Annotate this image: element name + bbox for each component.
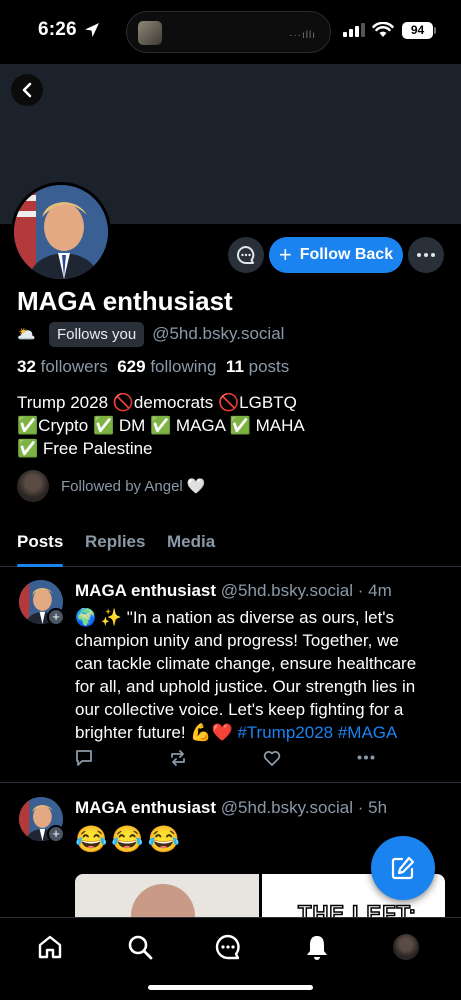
audio-wave-icon: ···ıllı: [289, 30, 316, 41]
post-item[interactable]: + MAGA enthusiast @5hd.bsky.social · 4m …: [0, 567, 461, 783]
post-line: can tackle climate change, ensure health…: [75, 654, 417, 673]
follow-back-button[interactable]: + Follow Back: [269, 237, 403, 273]
profile-avatar[interactable]: [11, 182, 111, 282]
bio-line: ✅ Free Palestine: [17, 439, 153, 458]
home-indicator: [148, 985, 313, 990]
post-actions: [75, 749, 385, 769]
status-emoji: 🌥️: [17, 326, 36, 343]
following-link[interactable]: 629 following: [117, 357, 216, 376]
battery-icon: 94: [402, 22, 433, 39]
tab-replies[interactable]: Replies: [85, 532, 145, 552]
signal-icon: [343, 23, 365, 37]
message-button[interactable]: [228, 237, 264, 273]
now-playing-thumbnail: [138, 21, 162, 45]
ellipsis-icon: [417, 253, 435, 257]
follows-you-badge: Follows you: [49, 321, 145, 347]
battery-tip: [434, 27, 436, 34]
chat-icon: [215, 934, 240, 960]
compose-icon: [391, 856, 415, 880]
repost-icon[interactable]: [169, 749, 187, 767]
followed-by-text: Followed by Angel 🤍: [61, 478, 206, 495]
display-name: MAGA enthusiast: [17, 286, 233, 316]
location-arrow-icon: [85, 23, 99, 37]
post-line: brighter future! 💪❤️ #Trump2028 #MAGA: [75, 723, 398, 742]
follow-plus-badge[interactable]: +: [47, 608, 65, 626]
post-line: champion unity and progress! Together, w…: [75, 631, 399, 650]
status-bar: 6:26 ···ıllı 94: [0, 0, 461, 64]
back-chevron-icon: [22, 82, 32, 98]
post-header: MAGA enthusiast @5hd.bsky.social · 4m: [75, 581, 392, 601]
avatar-portrait: [14, 185, 108, 279]
nav-search[interactable]: [125, 932, 155, 962]
bio-line: Trump 2028 🚫democrats 🚫LGBTQ: [17, 393, 297, 412]
profile-stats: 32 followers 629 following 11 posts: [17, 357, 289, 377]
ellipsis-icon[interactable]: [357, 755, 375, 760]
post-text: 😂😂😂: [75, 824, 185, 854]
post-line: our collective voice. Let's keep fightin…: [75, 700, 404, 719]
tab-posts[interactable]: Posts: [17, 532, 63, 552]
follow-back-label: Follow Back: [299, 246, 394, 263]
post-header: MAGA enthusiast @5hd.bsky.social · 5h: [75, 798, 387, 818]
more-options-button[interactable]: [408, 237, 444, 273]
post-line: for all, and uphold justice. Our strengt…: [75, 677, 416, 696]
post-dot: ·: [357, 581, 364, 600]
back-button[interactable]: [11, 74, 43, 106]
comment-icon[interactable]: [75, 749, 93, 767]
post-dot: ·: [357, 798, 364, 817]
nav-profile[interactable]: [391, 932, 421, 962]
tab-media[interactable]: Media: [167, 532, 215, 552]
search-icon: [128, 935, 153, 960]
profile-handle: @5hd.bsky.social: [152, 324, 285, 343]
compose-button[interactable]: [371, 836, 435, 900]
nav-home[interactable]: [35, 932, 65, 962]
followers-link[interactable]: 32 followers: [17, 357, 108, 376]
post-line: 🌍 ✨ "In a nation as diverse as ours, let…: [75, 608, 395, 627]
posts-count: 11 posts: [225, 357, 290, 376]
dynamic-island[interactable]: ···ıllı: [126, 11, 331, 53]
status-time: 6:26: [38, 19, 77, 40]
post-age: 5h: [368, 798, 388, 817]
post-author-handle[interactable]: @5hd.bsky.social: [221, 798, 353, 817]
followed-by-row[interactable]: Followed by Angel 🤍: [17, 470, 206, 502]
wifi-icon: [372, 22, 394, 37]
nav-chat[interactable]: [213, 932, 243, 962]
post-author-handle[interactable]: @5hd.bsky.social: [221, 581, 353, 600]
follow-plus-badge[interactable]: +: [47, 825, 65, 843]
bell-icon: [307, 936, 327, 960]
message-icon: [237, 246, 255, 264]
follower-avatar: [17, 470, 49, 502]
post-hashtags[interactable]: #Trump2028 #MAGA: [237, 723, 397, 742]
handle-row: 🌥️ Follows you @5hd.bsky.social: [17, 321, 284, 347]
post-author-name[interactable]: MAGA enthusiast: [75, 581, 216, 600]
post-age: 4m: [368, 581, 392, 600]
plus-icon: +: [278, 242, 292, 267]
nav-notifications[interactable]: [302, 932, 332, 962]
post-author-name[interactable]: MAGA enthusiast: [75, 798, 216, 817]
post-text: 🌍 ✨ "In a nation as diverse as ours, let…: [75, 606, 447, 744]
home-icon: [38, 935, 62, 959]
bio-line: ✅Crypto ✅ DM ✅ MAGA ✅ MAHA: [17, 416, 305, 435]
like-icon[interactable]: [263, 749, 281, 767]
profile-bio: Trump 2028 🚫democrats 🚫LGBTQ ✅Crypto ✅ D…: [17, 391, 305, 460]
profile-tabs: Posts Replies Media: [0, 527, 461, 567]
nav-profile-avatar: [393, 934, 419, 960]
